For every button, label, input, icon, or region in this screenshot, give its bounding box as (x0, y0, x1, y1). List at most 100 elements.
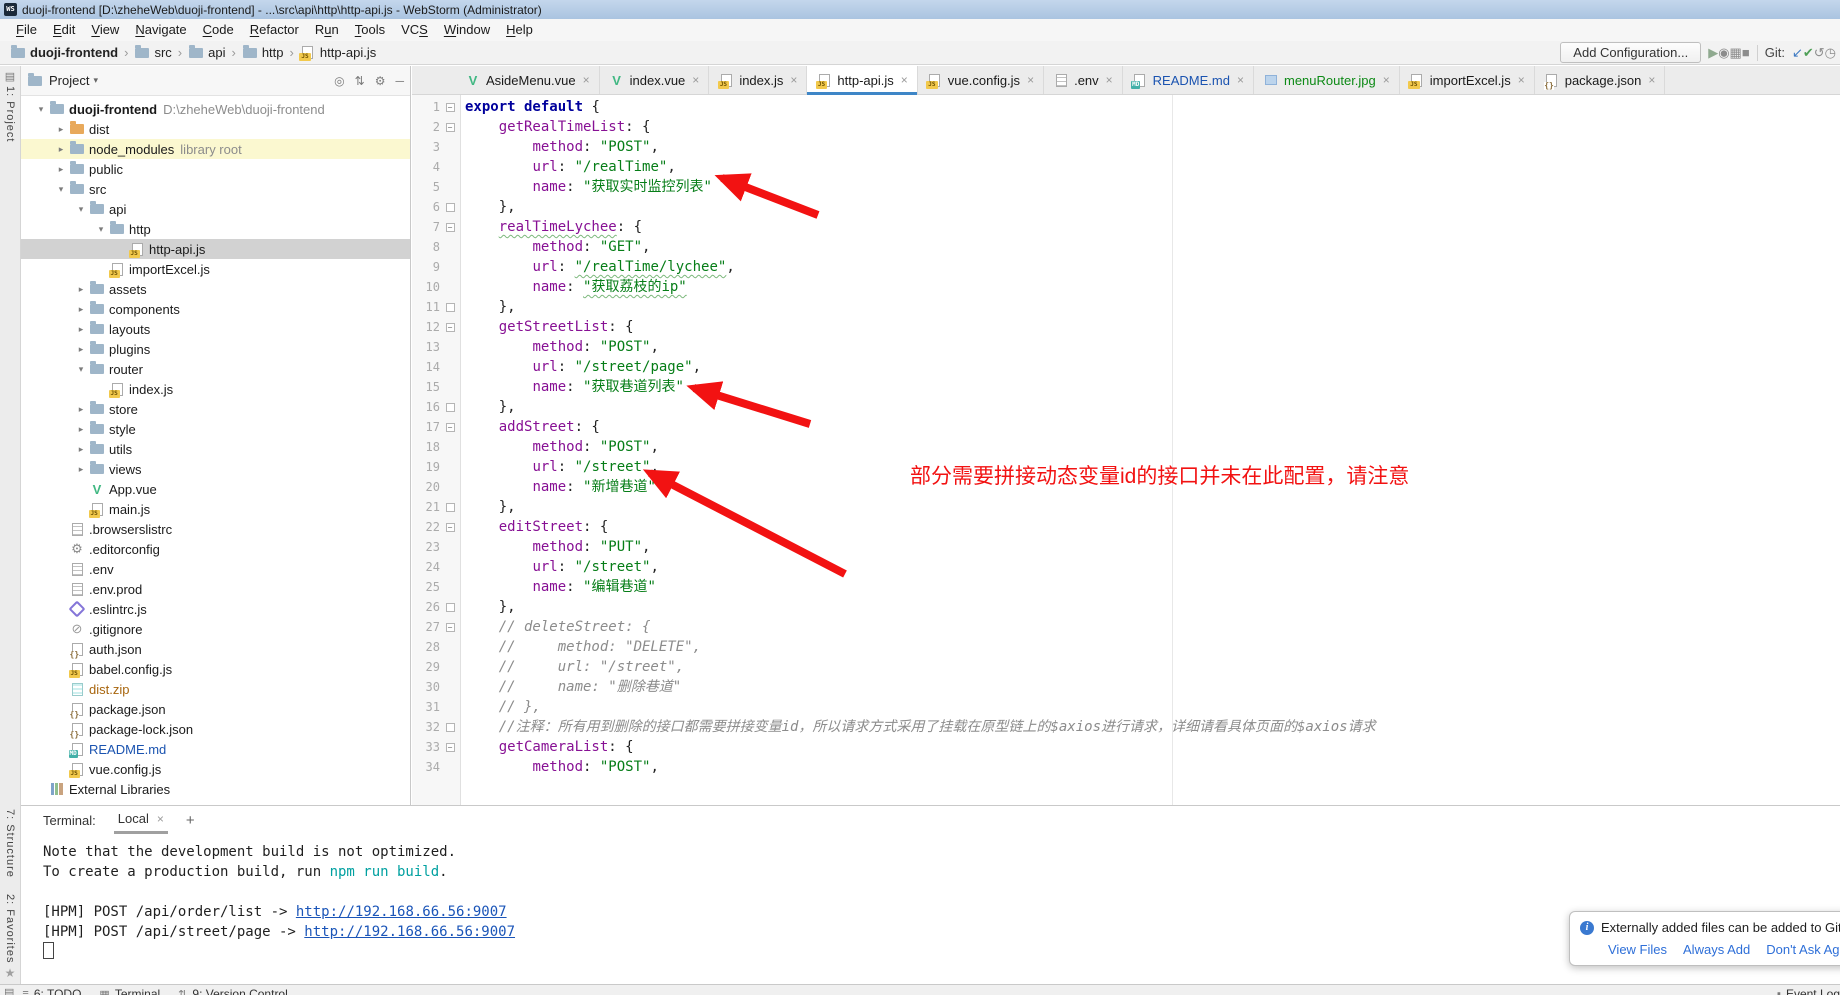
tree-item-style[interactable]: ▸style (21, 419, 410, 439)
terminal-link[interactable]: http://192.168.66.56:9007 (304, 924, 515, 940)
chevron-right-icon[interactable]: ▸ (53, 124, 69, 135)
tree-item-External Libraries[interactable]: External Libraries (21, 779, 410, 799)
tree-item-plugins[interactable]: ▸plugins (21, 339, 410, 359)
tree-item-components[interactable]: ▸components (21, 299, 410, 319)
terminal-output[interactable]: Note that the development build is not o… (21, 842, 1840, 984)
tree-item-package.json[interactable]: package.json (21, 699, 410, 719)
rollback-icon[interactable]: ↺ (1814, 45, 1825, 60)
close-icon[interactable]: × (1027, 73, 1034, 87)
close-icon[interactable]: × (1518, 73, 1525, 87)
close-icon[interactable]: × (1106, 73, 1113, 87)
fold-marker[interactable]: − (440, 223, 460, 232)
close-icon[interactable]: × (1648, 73, 1655, 87)
menu-item-help[interactable]: Help (498, 19, 541, 41)
editor-tab-http-api.js[interactable]: http-api.js× (807, 66, 917, 94)
close-icon[interactable]: × (157, 812, 164, 826)
tool-windows-toggle-icon[interactable]: ▤ (4, 986, 14, 995)
history-icon[interactable]: ◷ (1825, 45, 1836, 60)
editor-tab-.env[interactable]: .env× (1044, 66, 1123, 94)
status-event-log[interactable]: ▪Event Log (1777, 987, 1840, 995)
coverage-icon[interactable]: ▦ (1730, 45, 1742, 60)
tree-item-.eslintrc.js[interactable]: .eslintrc.js (21, 599, 410, 619)
tree-item-babel.config.js[interactable]: babel.config.js (21, 659, 410, 679)
status-6--todo[interactable]: ≡6: TODO (22, 987, 81, 995)
tree-item-utils[interactable]: ▸utils (21, 439, 410, 459)
tree-item-duoji-frontend[interactable]: ▾duoji-frontendD:\zheheWeb\duoji-fronten… (21, 99, 410, 119)
chevron-right-icon[interactable]: ▸ (73, 304, 89, 315)
tree-item-dist[interactable]: ▸dist (21, 119, 410, 139)
menu-item-edit[interactable]: Edit (45, 19, 83, 41)
status-9--version-control[interactable]: ⇅9: Version Control (178, 987, 288, 995)
close-icon[interactable]: × (583, 73, 590, 87)
editor-tab-importExcel.js[interactable]: importExcel.js× (1400, 66, 1535, 94)
notification-action-don-t-ask-again[interactable]: Don't Ask Again (1766, 942, 1840, 957)
close-icon[interactable]: × (790, 73, 797, 87)
tool-button-structure[interactable]: 7: Structure (4, 809, 16, 878)
fold-marker[interactable]: − (440, 123, 460, 132)
breadcrumb-item-duoji-frontend[interactable]: duoji-frontend (8, 45, 120, 61)
fold-marker[interactable]: − (440, 103, 460, 112)
fold-marker[interactable]: − (440, 523, 460, 532)
settings-icon[interactable]: ⚙ (375, 74, 386, 88)
terminal-link[interactable]: http://192.168.66.56:9007 (296, 904, 507, 920)
menu-item-refactor[interactable]: Refactor (242, 19, 307, 41)
tree-item-http[interactable]: ▾http (21, 219, 410, 239)
status-terminal[interactable]: ▦Terminal (99, 987, 160, 995)
chevron-right-icon[interactable]: ▸ (73, 444, 89, 455)
tree-item-.env.prod[interactable]: .env.prod (21, 579, 410, 599)
terminal-tab-local[interactable]: Local × (114, 806, 168, 834)
tree-item-src[interactable]: ▾src (21, 179, 410, 199)
tool-button-project[interactable]: ▤1: Project (0, 70, 20, 142)
tree-item-.env[interactable]: .env (21, 559, 410, 579)
close-icon[interactable]: × (901, 73, 908, 87)
notification-action-view-files[interactable]: View Files (1608, 942, 1667, 957)
menu-item-code[interactable]: Code (195, 19, 242, 41)
chevron-down-icon[interactable]: ▾ (33, 104, 49, 115)
chevron-right-icon[interactable]: ▸ (73, 464, 89, 475)
chevron-down-icon[interactable]: ▾ (73, 364, 89, 375)
chevron-right-icon[interactable]: ▸ (73, 284, 89, 295)
fold-marker[interactable] (440, 503, 460, 512)
tree-item-http-api.js[interactable]: http-api.js (21, 239, 410, 259)
chevron-right-icon[interactable]: ▸ (73, 424, 89, 435)
menu-item-vcs[interactable]: VCS (393, 19, 436, 41)
tree-item-dist.zip[interactable]: dist.zip (21, 679, 410, 699)
debug-icon[interactable]: ◉ (1718, 45, 1729, 60)
tree-item-router[interactable]: ▾router (21, 359, 410, 379)
tree-item-public[interactable]: ▸public (21, 159, 410, 179)
tree-item-.browserslistrc[interactable]: .browserslistrc (21, 519, 410, 539)
code-editor[interactable]: 1−export default {2− getRealTimeList: {3… (412, 95, 1840, 805)
collapse-all-icon[interactable]: ⇅ (355, 74, 365, 88)
add-configuration-button[interactable]: Add Configuration... (1560, 42, 1701, 63)
close-icon[interactable]: × (1237, 73, 1244, 87)
close-icon[interactable]: × (1383, 73, 1390, 87)
tree-item-importExcel.js[interactable]: importExcel.js (21, 259, 410, 279)
chevron-right-icon[interactable]: ▸ (53, 164, 69, 175)
menu-item-window[interactable]: Window (436, 19, 498, 41)
fold-marker[interactable]: − (440, 323, 460, 332)
editor-tab-vue.config.js[interactable]: vue.config.js× (918, 66, 1044, 94)
chevron-down-icon[interactable]: ▾ (53, 184, 69, 195)
fold-marker[interactable] (440, 403, 460, 412)
hide-icon[interactable]: ─ (395, 74, 404, 88)
chevron-right-icon[interactable]: ▸ (73, 324, 89, 335)
tree-item-README.md[interactable]: README.md (21, 739, 410, 759)
fold-marker[interactable] (440, 203, 460, 212)
locate-icon[interactable]: ◎ (334, 74, 344, 88)
tree-item-assets[interactable]: ▸assets (21, 279, 410, 299)
fold-marker[interactable] (440, 723, 460, 732)
editor-tab-AsideMenu.vue[interactable]: VAsideMenu.vue× (456, 66, 600, 94)
notification-action-always-add[interactable]: Always Add (1683, 942, 1750, 957)
breadcrumb-item-http-api.js[interactable]: http-api.js (298, 45, 378, 61)
stop-icon[interactable]: ■ (1742, 45, 1750, 60)
breadcrumb-item-http[interactable]: http (240, 45, 286, 61)
tree-item-auth.json[interactable]: auth.json (21, 639, 410, 659)
project-view-selector[interactable]: Project ▾ (27, 73, 98, 89)
chevron-right-icon[interactable]: ▸ (73, 404, 89, 415)
menu-item-view[interactable]: View (83, 19, 127, 41)
tree-item-index.js[interactable]: index.js (21, 379, 410, 399)
tree-item-main.js[interactable]: main.js (21, 499, 410, 519)
editor-tab-menuRouter.jpg[interactable]: menuRouter.jpg× (1254, 66, 1400, 94)
tree-item-views[interactable]: ▸views (21, 459, 410, 479)
tree-item-.editorconfig[interactable]: ⚙.editorconfig (21, 539, 410, 559)
